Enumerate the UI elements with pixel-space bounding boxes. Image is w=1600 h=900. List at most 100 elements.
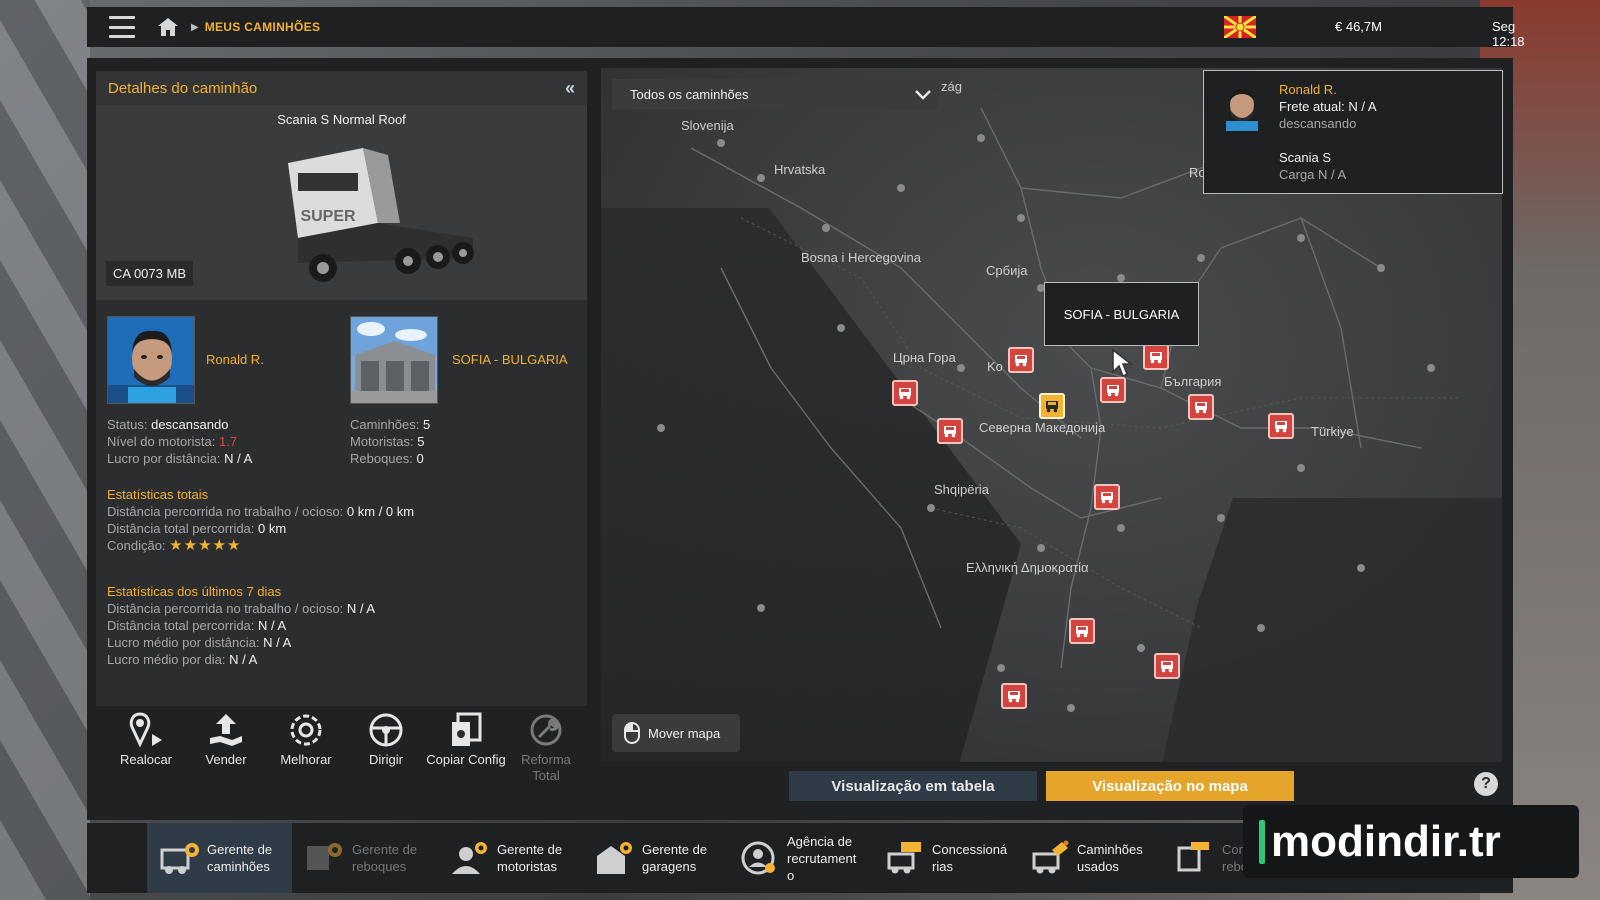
truck-filter-dropdown[interactable]: Todos os caminhões	[612, 79, 939, 109]
help-icon[interactable]: ?	[1474, 772, 1498, 796]
garage-pin-selected[interactable]	[1039, 393, 1065, 419]
garage-trucks-label: Caminhões:	[350, 417, 420, 432]
home-icon[interactable]	[157, 17, 179, 37]
garage-stats: Caminhões: 5 Motoristas: 5 Reboques: 0	[350, 416, 430, 467]
relocate-button[interactable]: Realocar	[106, 708, 186, 808]
upgrade-label: Melhorar	[280, 752, 332, 767]
tab-driver-manager[interactable]: Gerente de motoristas	[437, 823, 582, 893]
garage-image	[350, 316, 438, 404]
tab-dealers[interactable]: Concessioná rias	[872, 823, 1017, 893]
garage-pin[interactable]	[1268, 413, 1294, 439]
truck-icon	[1150, 352, 1162, 364]
dealer-icon	[884, 837, 926, 879]
map-label-zag: zág	[941, 79, 962, 94]
garage-pin[interactable]	[1154, 653, 1180, 679]
garage-pin[interactable]	[1100, 377, 1126, 403]
garage-pin[interactable]	[1069, 618, 1095, 644]
copy-config-button[interactable]: Copiar Config	[426, 708, 506, 808]
garage-pin[interactable]	[1008, 347, 1034, 373]
garage-pin[interactable]	[1143, 344, 1169, 370]
garage-trailers-value: 0	[416, 451, 424, 466]
tab-trailer-manager[interactable]: Gerente de reboques	[292, 823, 437, 893]
collapse-icon[interactable]: «	[565, 78, 575, 99]
full-repair-button[interactable]: Reforma Total	[506, 708, 586, 808]
truck-icon	[1015, 355, 1027, 367]
mouse-icon	[624, 722, 640, 744]
country-hrvatska: Hrvatska	[774, 162, 826, 177]
top-bar: ▶ MEUS CAMINHÕES € 46,7M Seg 12:18	[87, 7, 1525, 49]
garage-drivers-value: 5	[417, 434, 425, 449]
tab-used-trucks-line1: Caminhões	[1077, 842, 1143, 857]
driver-card-status: descansando	[1279, 116, 1357, 131]
country-slovenija: Slovenija	[681, 118, 734, 133]
sell-button[interactable]: Vender	[186, 708, 266, 808]
garage-name[interactable]: SOFIA - BULGARIA	[452, 352, 568, 367]
total-stats-title: Estatísticas totais	[107, 487, 209, 502]
garage-pin[interactable]	[1001, 683, 1027, 709]
wrench-icon	[526, 708, 566, 752]
truck-icon	[1046, 401, 1058, 413]
driver-card-load: Carga N / A	[1279, 167, 1347, 182]
panel-title: Detalhes do caminhão	[108, 79, 258, 97]
truck-preview: SUPER CA 0073 MB	[96, 135, 587, 300]
week-avg-dist-value: N / A	[263, 635, 292, 650]
country-greece: Ελληνική Δημοκρατία	[966, 560, 1089, 575]
truck-manager-icon	[159, 837, 201, 879]
copy-config-label: Copiar Config	[426, 752, 506, 767]
move-map-label: Mover mapa	[648, 725, 721, 741]
driver-card-truck: Scania S	[1279, 150, 1332, 165]
relocate-icon	[126, 708, 166, 752]
game-clock: Seg 12:18	[1492, 19, 1525, 49]
status-value: descansando	[151, 417, 229, 432]
drive-label: Dirigir	[369, 752, 403, 767]
map-view-button[interactable]: Visualização no mapa	[1046, 771, 1294, 801]
upgrade-button[interactable]: Melhorar	[266, 708, 346, 808]
garage-pin[interactable]	[937, 418, 963, 444]
total-distance-value: 0 km	[258, 521, 287, 536]
tab-truck-manager[interactable]: Gerente de caminhões	[147, 823, 292, 893]
truck-filter-value: Todos os caminhões	[630, 86, 749, 102]
garage-pin[interactable]	[892, 380, 918, 406]
tab-dealers-line2: rias	[932, 859, 953, 874]
watermark-logo: modindir.tr	[1243, 805, 1579, 878]
watermark-text: modindir.tr	[1271, 816, 1501, 866]
breadcrumb[interactable]: MEUS CAMINHÕES	[205, 20, 321, 34]
truck-details-panel: Detalhes do caminhão « Scania S Normal R…	[96, 71, 587, 706]
status-label: Status:	[107, 417, 148, 432]
tab-garage-manager[interactable]: Gerente de garagens	[582, 823, 727, 893]
truck-actions: Realocar Vender Melhorar Dirigir Copiar …	[96, 708, 587, 808]
country-turkiye: Türkiye	[1311, 424, 1354, 439]
used-trucks-icon	[1029, 837, 1071, 879]
garage-pin[interactable]	[1188, 394, 1214, 420]
driver-manager-icon	[449, 837, 491, 879]
table-view-button[interactable]: Visualização em tabela	[789, 771, 1037, 801]
country-north-macedonia: Северна Македонија	[979, 420, 1106, 435]
menu-icon[interactable]	[109, 16, 135, 38]
driver-card-cargo: Frete atual: N / A	[1279, 99, 1377, 114]
driver-card-avatar	[1218, 83, 1266, 131]
driver-name[interactable]: Ronald R.	[206, 352, 264, 367]
total-distance-label: Distância total percorrida:	[107, 521, 255, 536]
truck-icon	[1275, 421, 1287, 433]
week-work-idle-label: Distância percorrida no trabalho / ocios…	[107, 601, 344, 616]
garage-pin[interactable]	[1094, 484, 1120, 510]
garage-drivers-label: Motoristas:	[350, 434, 414, 449]
steering-wheel-icon	[366, 708, 406, 752]
week-avg-day-value: N / A	[229, 652, 258, 667]
drive-button[interactable]: Dirigir	[346, 708, 426, 808]
breadcrumb-chevron-icon: ▶	[191, 21, 199, 33]
tab-truck-manager-line2: caminhões	[207, 859, 270, 874]
driver-card[interactable]: Ronald R. Frete atual: N / A descansando…	[1203, 70, 1503, 194]
tab-used-trucks-line2: usados	[1077, 859, 1119, 874]
license-plate: CA 0073 MB	[106, 261, 193, 286]
recruitment-icon	[739, 837, 781, 879]
tab-recruitment-agency[interactable]: Agência de recrutament o	[727, 823, 872, 893]
driver-portrait	[107, 316, 195, 404]
total-stats: Estatísticas totais Distância percorrida…	[107, 486, 414, 554]
tab-trailer-manager-line1: Gerente de	[352, 842, 418, 857]
tab-trailer-manager-line2: reboques	[352, 859, 407, 874]
tab-used-trucks[interactable]: Caminhões usados	[1017, 823, 1162, 893]
flag-icon	[1224, 16, 1256, 38]
country-serbia: Србија	[986, 263, 1028, 278]
total-work-idle-label: Distância percorrida no trabalho / ocios…	[107, 504, 344, 519]
